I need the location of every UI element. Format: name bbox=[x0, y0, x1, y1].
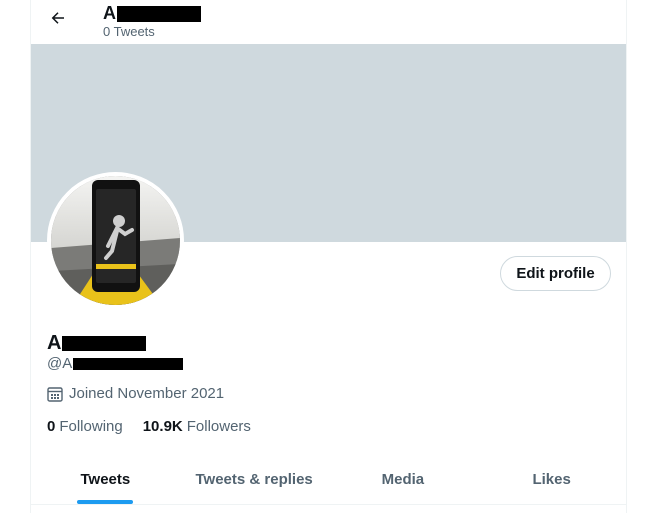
avatar-image bbox=[51, 176, 180, 305]
tab-label: Tweets & replies bbox=[195, 471, 313, 488]
following-label: Following bbox=[59, 418, 123, 435]
arrow-left-icon bbox=[51, 12, 64, 24]
tweet-count: 0 Tweets bbox=[103, 24, 155, 39]
avatar[interactable] bbox=[47, 172, 184, 309]
followers-count: 10.9K bbox=[142, 418, 183, 435]
tab-tweets[interactable]: Tweets bbox=[31, 455, 180, 504]
followers-label: Followers bbox=[186, 418, 251, 435]
edit-profile-button[interactable]: Edit profile bbox=[500, 256, 611, 291]
followers-link[interactable]: 10.9K Followers bbox=[143, 418, 251, 435]
back-button[interactable] bbox=[43, 3, 73, 33]
following-count: 0 bbox=[47, 418, 56, 435]
tab-likes[interactable]: Likes bbox=[477, 455, 626, 504]
tab-label: Media bbox=[381, 471, 425, 488]
profile-column: A 0 Tweets Edit profile A @A Joined Nove… bbox=[30, 0, 627, 513]
calendar-icon bbox=[47, 386, 63, 402]
top-bar: A 0 Tweets bbox=[31, 0, 626, 44]
redaction-bar bbox=[62, 336, 147, 352]
profile-tabs: Tweets Tweets & replies Media Likes bbox=[31, 455, 626, 505]
profile-handle: @A bbox=[47, 355, 184, 372]
join-date: Joined November 2021 bbox=[47, 385, 224, 402]
tab-tweets-replies[interactable]: Tweets & replies bbox=[180, 455, 329, 504]
redaction-bar bbox=[117, 6, 201, 23]
join-date-text: Joined November 2021 bbox=[69, 385, 225, 402]
active-tab-indicator bbox=[77, 500, 134, 504]
redaction-bar bbox=[73, 358, 184, 371]
following-link[interactable]: 0 Following bbox=[47, 418, 123, 435]
tab-label: Tweets bbox=[80, 471, 131, 488]
header-title: A bbox=[103, 4, 201, 23]
tab-media[interactable]: Media bbox=[329, 455, 478, 504]
tab-label: Likes bbox=[532, 471, 571, 488]
profile-name: A bbox=[47, 333, 147, 353]
follow-stats: 0 Following 10.9K Followers bbox=[47, 418, 251, 435]
